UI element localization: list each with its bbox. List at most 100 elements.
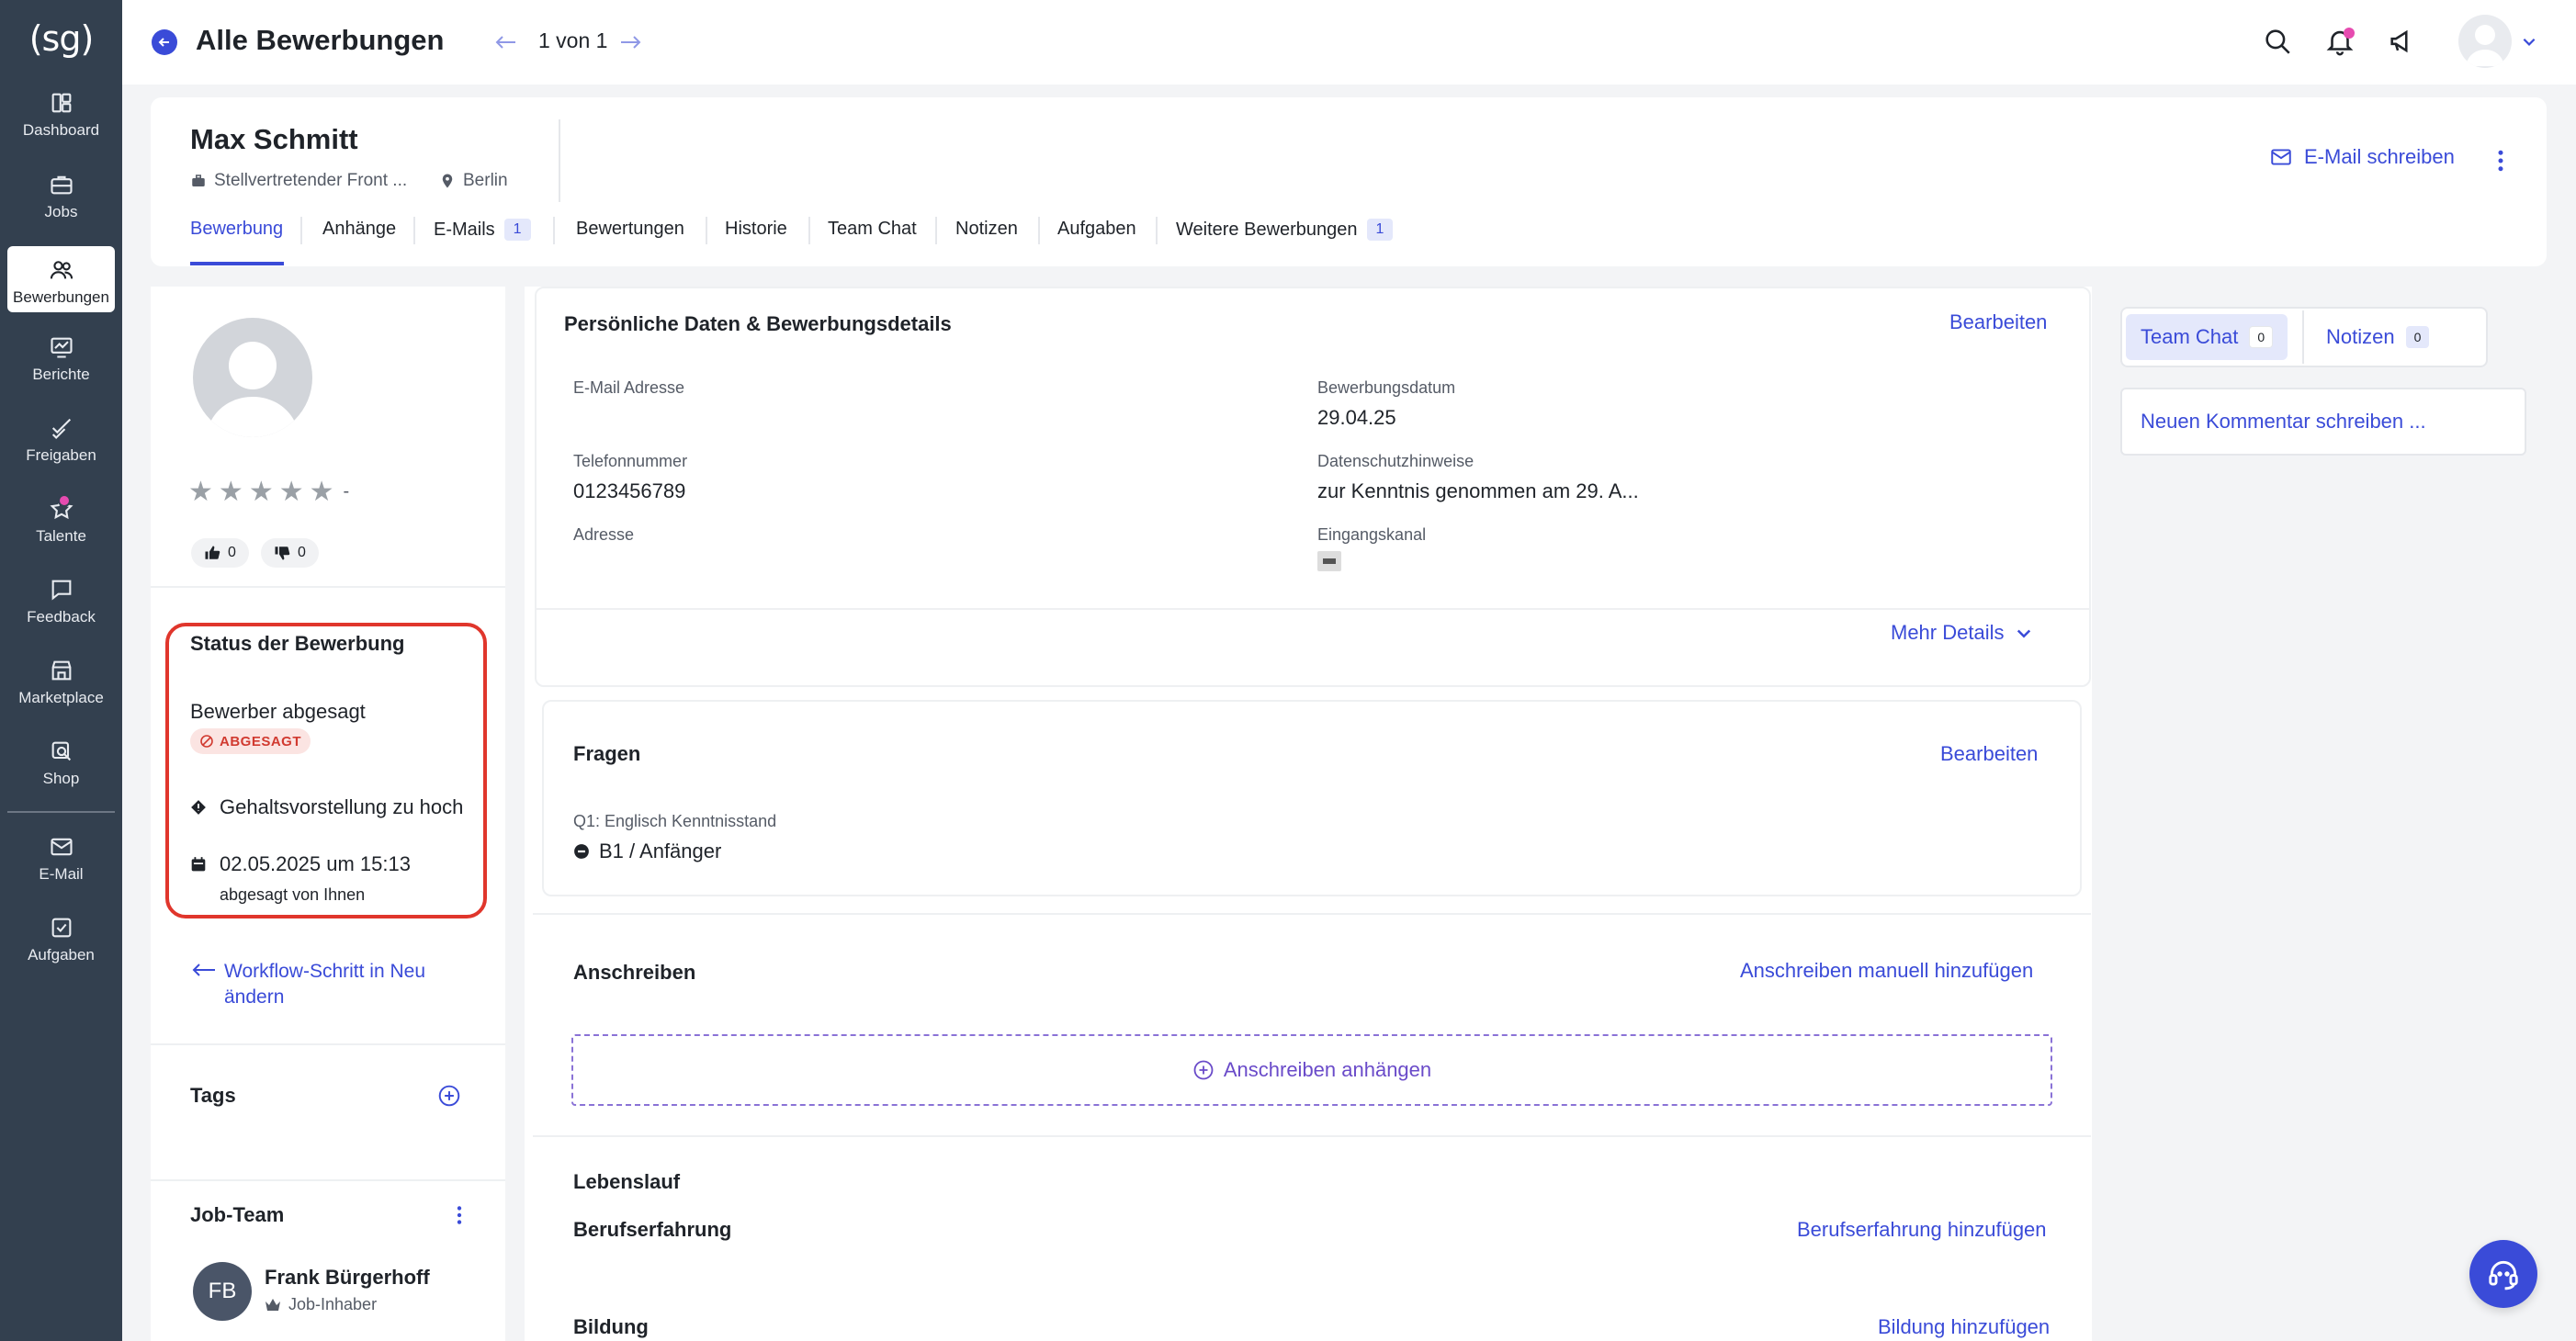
job-team-title: Job-Team: [190, 1203, 285, 1226]
personal-details-card: [535, 287, 2091, 687]
star-rating[interactable]: ★ ★ ★ ★ ★ -: [188, 476, 349, 508]
candidate-avatar: [193, 318, 312, 437]
sidebar-item-label: Dashboard: [22, 121, 100, 139]
attach-cover-letter-dropzone[interactable]: Anschreiben anhängen: [571, 1034, 2052, 1106]
page-title: Alle Bewerbungen: [196, 24, 445, 56]
support-chat-button[interactable]: [2469, 1240, 2537, 1308]
sidebar-item-label: Shop: [42, 770, 80, 787]
star-icon[interactable]: ★: [188, 476, 213, 508]
thumbs-down-icon: [275, 547, 290, 560]
tab-weitere-bewerbungen[interactable]: Weitere Bewerbungen 1: [1176, 219, 1394, 241]
add-cover-letter-manual-button[interactable]: Anschreiben manuell hinzufügen: [1740, 959, 2033, 983]
sidebar-item-feedback[interactable]: Feedback: [7, 566, 115, 632]
thumbs-up-count: 0: [228, 545, 236, 560]
sidebar-item-jobs[interactable]: Jobs: [7, 161, 115, 227]
sidebar-item-freigaben[interactable]: Freigaben: [7, 404, 115, 470]
candidate-location: Berlin: [439, 171, 508, 191]
star-icon[interactable]: ★: [219, 476, 243, 508]
tab-bewertungen[interactable]: Bewertungen: [576, 219, 684, 240]
tab-badge: 1: [1366, 219, 1394, 241]
divider: [533, 913, 2091, 915]
sidebar-item-label: E-Mail: [39, 865, 84, 883]
kebab-menu-icon: [2498, 150, 2503, 172]
workflow-change-link-line2[interactable]: ändern: [224, 986, 284, 1009]
megaphone-icon: [2390, 29, 2408, 53]
header-more-button[interactable]: [2491, 147, 2510, 175]
edit-questions-button[interactable]: Bearbeiten: [1940, 742, 2038, 766]
announcements-button[interactable]: [2387, 26, 2418, 57]
write-email-button[interactable]: E-Mail schreiben: [2269, 145, 2455, 169]
app-logo[interactable]: (sg): [0, 13, 122, 64]
sidebar-item-email[interactable]: E-Mail: [7, 823, 115, 889]
candidate-name: Max Schmitt: [190, 123, 358, 155]
email-label: E-Mail Adresse: [573, 378, 685, 397]
status-badge-label: ABGESAGT: [220, 733, 302, 749]
divider: [151, 1179, 505, 1181]
add-tag-button[interactable]: [437, 1084, 461, 1108]
tab-anhaenge[interactable]: Anhänge: [322, 219, 396, 240]
job-team-more-button[interactable]: [450, 1203, 469, 1227]
tab-historie[interactable]: Historie: [725, 219, 787, 240]
thumbs-down-button[interactable]: 0: [261, 538, 319, 568]
crown-icon: [266, 1298, 280, 1311]
star-icon[interactable]: ★: [249, 476, 274, 508]
back-button[interactable]: [152, 29, 177, 55]
sidebar-item-shop[interactable]: Shop: [7, 727, 115, 794]
cover-letter-title: Anschreiben: [573, 961, 696, 984]
sidebar-item-label: Feedback: [27, 608, 96, 625]
sidebar-item-dashboard[interactable]: Dashboard: [7, 79, 115, 145]
tab-bewerbung[interactable]: Bewerbung: [190, 219, 283, 240]
workflow-change-link[interactable]: Workflow-Schritt in Neu: [224, 957, 425, 986]
minus-circle-icon: [574, 844, 589, 859]
address-label: Adresse: [573, 525, 635, 544]
next-button[interactable]: [616, 28, 645, 57]
tab-separator: [1038, 217, 1040, 244]
tab-badge: 0: [2249, 326, 2274, 348]
sidebar-item-label: Berichte: [32, 366, 90, 383]
search-button[interactable]: [2262, 26, 2293, 57]
divider: [533, 1135, 2091, 1137]
support-headset-icon: [2489, 1260, 2518, 1290]
user-silhouette-icon: [2466, 25, 2504, 66]
tab-team-chat[interactable]: Team Chat: [828, 219, 917, 240]
add-education-button[interactable]: Bildung hinzufügen: [1878, 1315, 2050, 1339]
tab-emails[interactable]: E-Mails 1: [434, 219, 531, 241]
new-comment-input[interactable]: Neuen Kommentar schreiben ...: [2120, 388, 2526, 456]
team-member-name: Frank Bürgerhoff: [265, 1266, 430, 1289]
tab-label: Bewerbung: [190, 219, 284, 239]
notification-dot: [2344, 28, 2355, 39]
tab-separator: [935, 217, 937, 244]
rating-text: -: [343, 481, 350, 501]
experience-title: Berufserfahrung: [573, 1218, 732, 1241]
tab-aufgaben[interactable]: Aufgaben: [1057, 219, 1136, 240]
tab-label: Weitere Bewerbungen: [1176, 219, 1358, 240]
more-details-button[interactable]: Mehr Details: [1891, 621, 2033, 645]
thumbs-up-button[interactable]: 0: [191, 538, 249, 568]
arrow-left-icon: [495, 36, 515, 49]
top-bar: [122, 0, 2576, 85]
chart-icon: [50, 337, 73, 358]
workflow-arrow[interactable]: [191, 961, 217, 979]
sidebar-item-marketplace[interactable]: Marketplace: [7, 647, 115, 713]
star-icon[interactable]: ★: [279, 476, 304, 508]
tab-label: Aufgaben: [1057, 219, 1136, 239]
tab-notizen[interactable]: Notizen: [955, 219, 1018, 240]
star-icon[interactable]: ★: [310, 476, 334, 508]
user-menu-toggle[interactable]: [2521, 33, 2537, 50]
sidebar-item-bewerbungen[interactable]: Bewerbungen: [7, 246, 115, 312]
tab-label: Historie: [725, 219, 787, 239]
tab-separator: [553, 217, 555, 244]
briefcase-icon: [192, 175, 205, 186]
sidebar-item-aufgaben[interactable]: Aufgaben: [7, 904, 115, 970]
channel-label: Eingangskanal: [1317, 525, 1427, 544]
add-experience-button[interactable]: Berufserfahrung hinzufügen: [1797, 1218, 2047, 1242]
edit-details-button[interactable]: Bearbeiten: [1949, 310, 2047, 334]
previous-button[interactable]: [491, 28, 521, 57]
tab-notizen-panel[interactable]: Notizen 0: [2311, 314, 2444, 360]
tab-separator: [1156, 217, 1158, 244]
user-avatar[interactable]: [2458, 15, 2512, 68]
sidebar-item-berichte[interactable]: Berichte: [7, 323, 115, 389]
question-1-answer: B1 / Anfänger: [573, 840, 721, 863]
briefcase-icon: [50, 175, 73, 195]
tab-team-chat-panel[interactable]: Team Chat 0: [2126, 314, 2288, 360]
